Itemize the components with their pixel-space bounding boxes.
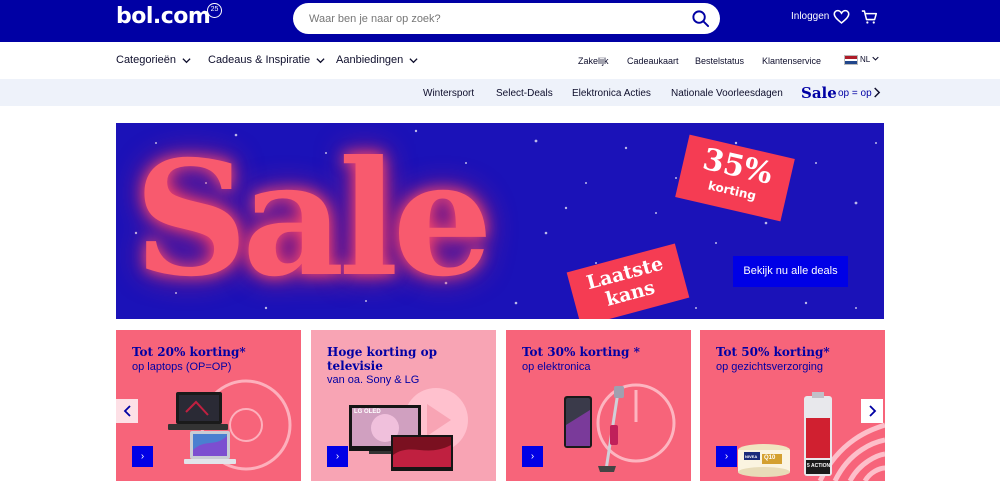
tile-electronics-arrow-button[interactable]: › (522, 446, 543, 467)
chevron-left-icon (123, 405, 131, 417)
main-nav: Categorieën Cadeaus & Inspiratie Aanbied… (0, 42, 1000, 79)
tile-face-care-arrow-button[interactable]: › (716, 446, 737, 467)
tile-televisions-subtitle: van oa. Sony & LG (327, 374, 420, 386)
language-selector[interactable]: NL (860, 55, 879, 64)
tile-laptops-title: Tot 20% korting* (132, 345, 246, 359)
promo-tile-electronics[interactable]: Tot 30% korting * op elektronica › (506, 330, 691, 481)
netherlands-flag-icon[interactable] (844, 55, 858, 65)
tile-electronics-title: Tot 30% korting * (522, 345, 640, 359)
cart-icon[interactable] (861, 9, 878, 25)
nav-gifts[interactable]: Cadeaus & Inspiratie (208, 54, 325, 66)
subnav-select-deals[interactable]: Select-Deals (496, 88, 553, 99)
login-link[interactable]: Inloggen (791, 11, 829, 22)
anniversary-badge-icon: 25 (207, 3, 222, 18)
nav-offers[interactable]: Aanbiedingen (336, 54, 418, 66)
chevron-down-icon (409, 57, 418, 63)
tv-brand-label: LG OLED (354, 409, 381, 415)
tile-face-care-title: Tot 50% korting* (716, 345, 830, 359)
nav-customer-service[interactable]: Klantenservice (762, 56, 821, 66)
subnav-wintersport[interactable]: Wintersport (423, 88, 474, 99)
jar-q10-label: Q10 (764, 455, 776, 461)
tile-televisions-arrow-button[interactable]: › (327, 446, 348, 467)
jar-brand-label: NIVEA (745, 454, 758, 459)
nav-business[interactable]: Zakelijk (578, 56, 609, 66)
heart-icon[interactable] (833, 9, 850, 25)
carousel-next-button[interactable] (861, 399, 883, 423)
chevron-down-icon (182, 57, 191, 63)
top-header: bol.com 25 Inloggen (0, 0, 1000, 42)
view-all-deals-button[interactable]: Bekijk nu alle deals (733, 256, 848, 287)
promo-tile-televisions[interactable]: LG OLED Hoge korting op televisie van oa… (311, 330, 496, 481)
tile-electronics-subtitle: op elektronica (522, 361, 591, 373)
search-input[interactable] (309, 10, 669, 27)
carousel-prev-button[interactable] (116, 399, 138, 423)
bottle-label: 5 ACTION (807, 463, 831, 469)
search-icon[interactable] (691, 9, 710, 28)
search-bar (293, 3, 720, 34)
nav-offers-label: Aanbiedingen (336, 54, 404, 66)
chevron-right-icon (868, 405, 876, 417)
tile-televisions-title: Hoge korting op televisie (327, 345, 437, 373)
nav-categories[interactable]: Categorieën (116, 54, 191, 66)
language-label: NL (860, 55, 870, 64)
subnav-sale-sub[interactable]: op = op (838, 88, 872, 99)
promo-tile-face-care[interactable]: NIVEA Q10 5 ACTION Tot 50% korting* op g… (700, 330, 885, 481)
chevron-down-icon (316, 57, 325, 63)
chevron-right-icon[interactable] (872, 87, 881, 98)
sale-hero-banner[interactable]: Sale 35% korting Laatste kans Bekijk nu … (116, 123, 884, 319)
nav-giftcard[interactable]: Cadeaukaart (627, 56, 679, 66)
nav-gifts-label: Cadeaus & Inspiratie (208, 54, 311, 66)
subnav-sale[interactable]: Sale (801, 84, 837, 102)
hero-sale-title: Sale (134, 127, 493, 312)
sub-nav: Wintersport Select-Deals Elektronica Act… (0, 79, 1000, 106)
subnav-electronics-deals[interactable]: Elektronica Acties (572, 88, 651, 99)
tile-laptops-arrow-button[interactable]: › (132, 446, 153, 467)
nav-order-status[interactable]: Bestelstatus (695, 56, 744, 66)
subnav-reading-days[interactable]: Nationale Voorleesdagen (671, 88, 783, 99)
promo-tile-laptops[interactable]: Tot 20% korting* op laptops (OP=OP) › (116, 330, 301, 481)
tile-laptops-subtitle: op laptops (OP=OP) (132, 361, 232, 373)
bol-logo[interactable]: bol.com (116, 4, 211, 29)
chevron-down-icon (872, 56, 879, 61)
tile-face-care-subtitle: op gezichtsverzorging (716, 361, 824, 373)
nav-categories-label: Categorieën (116, 54, 176, 66)
